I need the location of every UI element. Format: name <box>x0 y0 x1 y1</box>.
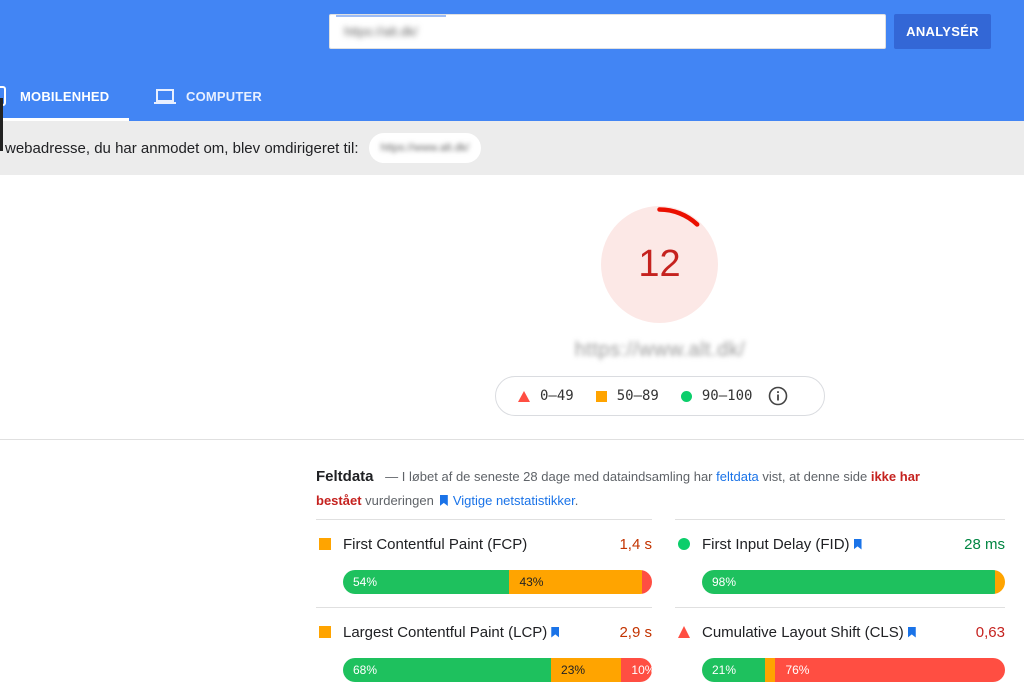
metric-name-wrap: Largest Contentful Paint (LCP) <box>343 624 564 641</box>
field-data-text-1: — I løbet af de seneste 28 dage med data… <box>385 469 713 484</box>
legend-item-poor: 0–49 <box>518 388 574 404</box>
analyzed-url: https://www.alt.dk/ <box>574 339 746 361</box>
metric-value: 0,63 <box>975 623 1005 641</box>
score-legend: 0–49 50–89 90–100 <box>495 376 825 416</box>
bar-segment-poor: 10% <box>621 658 652 682</box>
metric-cls: Cumulative Layout Shift (CLS) 0,63 21% 3… <box>675 607 1005 684</box>
performance-score: 12 <box>638 243 681 285</box>
bar-segment-good: 98% <box>702 570 995 594</box>
bar-segment-average: 3% <box>765 658 776 682</box>
tab-mobile-label: MOBILENHED <box>20 89 110 104</box>
metric-name: First Input Delay (FID) <box>702 535 850 553</box>
pagespeed-report: https://alt.dk/ ANALYSÉR MOBILENHED COMP… <box>0 0 1024 684</box>
redirect-url: https://www.alt.dk/ <box>380 142 470 154</box>
bar-segment-good: 54% <box>343 570 510 594</box>
metric-name: First Contentful Paint (FCP) <box>343 535 528 553</box>
bar-segment-poor: 3% <box>642 570 652 594</box>
tab-desktop[interactable]: COMPUTER <box>154 72 284 121</box>
metric-value: 28 ms <box>964 535 1005 553</box>
bar-segment-good: 21% <box>702 658 766 682</box>
metric-fcp: First Contentful Paint (FCP) 1,4 s 54% 4… <box>316 519 652 607</box>
distribution-bar: 21% 3% 76% <box>702 658 1005 682</box>
metric-name-wrap: First Input Delay (FID) <box>702 536 867 553</box>
distribution-bar: 68% 23% 10% <box>343 658 652 682</box>
core-web-vitals-link[interactable]: Vigtige netstatistikker <box>453 493 575 508</box>
legend-label-good: 90–100 <box>701 388 753 404</box>
info-icon[interactable] <box>768 386 788 406</box>
distribution-bar: 54% 43% 3% <box>343 570 652 594</box>
input-highlight <box>336 15 446 17</box>
metric-lcp: Largest Contentful Paint (LCP) 2,9 s 68%… <box>316 607 652 684</box>
feltdata-link[interactable]: feltdata <box>716 469 759 484</box>
good-circle-icon <box>678 538 690 550</box>
distribution-bar: 98% 2% <box>702 570 1005 594</box>
bar-segment-poor: 76% <box>775 658 1005 682</box>
bar-segment-average: 2% <box>995 570 1005 594</box>
redirect-text: webadresse, du har anmodet om, blev omdi… <box>5 139 359 157</box>
field-data-title: Feltdata <box>316 468 374 485</box>
legend-item-good: 90–100 <box>680 388 753 404</box>
legend-label-poor: 0–49 <box>540 388 574 404</box>
section-divider <box>0 439 1024 440</box>
square-icon <box>595 390 607 402</box>
bookmark-icon <box>439 495 448 506</box>
bookmark-icon <box>853 538 862 550</box>
field-data-text-2: vist, at denne side <box>762 469 868 484</box>
poor-triangle-icon <box>678 626 690 638</box>
circle-icon <box>680 390 692 402</box>
tab-desktop-label: COMPUTER <box>186 89 262 104</box>
average-square-icon <box>319 538 331 550</box>
tab-mobile[interactable]: MOBILENHED <box>0 72 129 121</box>
laptop-icon <box>154 88 176 104</box>
redirect-notice: webadresse, du har anmodet om, blev omdi… <box>0 121 1024 175</box>
average-square-icon <box>319 626 331 638</box>
metric-fid: First Input Delay (FID) 28 ms 98% 2% <box>675 519 1005 607</box>
triangle-icon <box>518 390 530 402</box>
bookmark-icon <box>551 626 560 638</box>
legend-item-average: 50–89 <box>595 388 659 404</box>
window-edge <box>0 98 3 151</box>
bar-segment-average: 43% <box>509 570 642 594</box>
bookmark-icon <box>907 626 916 638</box>
legend-label-average: 50–89 <box>616 388 659 404</box>
metric-name: Largest Contentful Paint (LCP) <box>343 623 548 641</box>
field-data-summary: Feltdata — I løbet af de seneste 28 dage… <box>316 465 966 513</box>
url-input-value: https://alt.dk/ <box>344 24 418 39</box>
metric-value: 1,4 s <box>619 535 652 553</box>
redirect-url-chip: https://www.alt.dk/ <box>368 133 482 163</box>
url-input[interactable]: https://alt.dk/ <box>329 14 886 49</box>
metric-name-wrap: Cumulative Layout Shift (CLS) <box>702 624 921 641</box>
metric-name: Cumulative Layout Shift (CLS) <box>702 623 904 641</box>
metric-value: 2,9 s <box>619 623 652 641</box>
field-data-text-3: vurderingen <box>365 493 434 508</box>
bar-segment-good: 68% <box>343 658 552 682</box>
analyze-button[interactable]: ANALYSÉR <box>894 14 991 49</box>
bar-segment-average: 23% <box>551 658 622 682</box>
field-data-text-4: . <box>574 493 579 508</box>
